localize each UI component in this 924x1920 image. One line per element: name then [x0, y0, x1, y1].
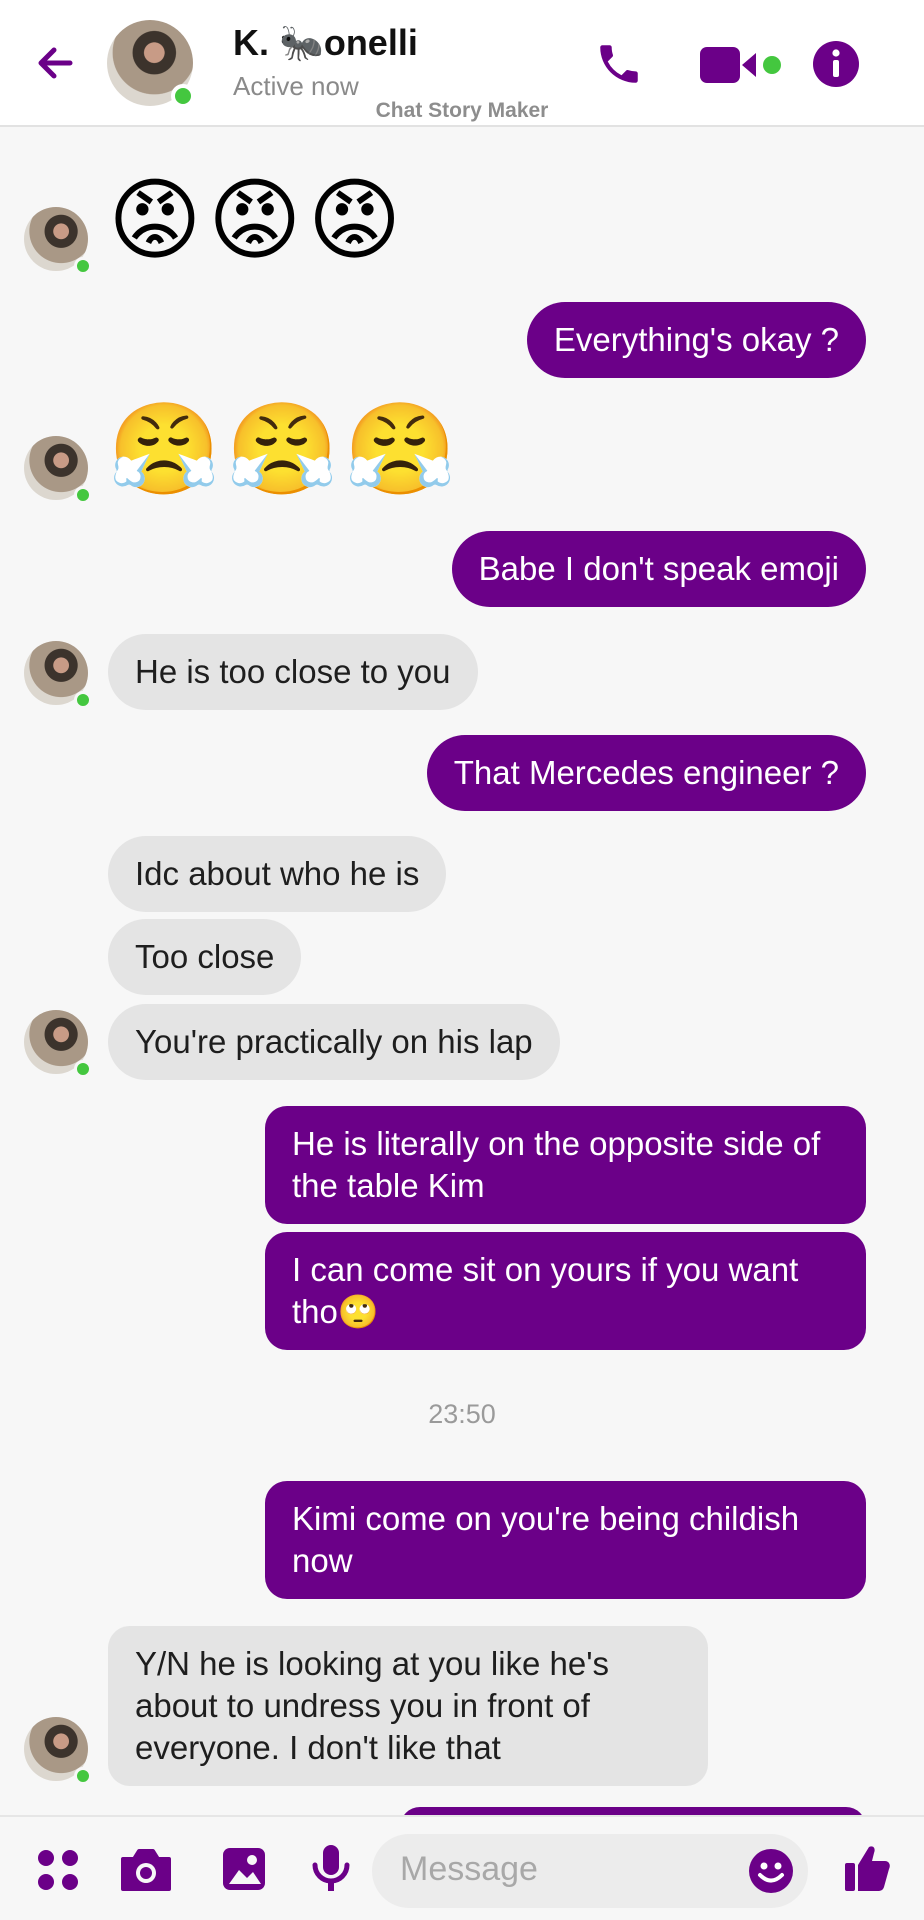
contact-avatar-small[interactable] [24, 1010, 92, 1078]
contact-avatar[interactable] [107, 20, 195, 108]
info-icon[interactable] [812, 40, 860, 88]
watermark: Chat Story Maker [375, 99, 549, 122]
outgoing-message[interactable]: Everything's okay ? [526, 302, 866, 378]
composer-bar: Message [0, 1815, 924, 1920]
apps-icon[interactable] [36, 1848, 80, 1892]
contact-name[interactable]: K. 🐜onelli [233, 22, 418, 64]
message-input[interactable]: Message [372, 1834, 808, 1908]
emoji-icon[interactable] [748, 1848, 794, 1894]
incoming-message[interactable]: He is too close to you [108, 634, 478, 710]
timestamp: 23:50 [428, 1399, 496, 1429]
online-indicator [74, 1767, 92, 1785]
active-status: Active now [233, 71, 359, 101]
online-indicator [74, 691, 92, 709]
outgoing-message[interactable]: He is literally on the opposite side of … [265, 1106, 866, 1224]
incoming-emoji-message[interactable]: 😡😡😡 [108, 171, 407, 271]
outgoing-message[interactable]: That Mercedes engineer ? [426, 735, 866, 811]
online-indicator [74, 486, 92, 504]
message-placeholder: Message [400, 1850, 538, 1888]
outgoing-message[interactable]: Kimi come on you're being childish now [265, 1481, 866, 1599]
phone-icon[interactable] [594, 39, 644, 89]
outgoing-message[interactable]: I can come sit on yours if you want tho🙄 [265, 1232, 866, 1350]
message-list[interactable]: 😡😡😡 Everything's okay ? 😤😤😤 Babe I don't… [0, 129, 924, 1815]
contact-avatar-small[interactable] [24, 1717, 92, 1785]
camera-icon[interactable] [119, 1847, 173, 1893]
microphone-icon[interactable] [310, 1843, 352, 1895]
incoming-message[interactable]: Idc about who he is [108, 836, 447, 912]
back-arrow-icon[interactable] [30, 38, 80, 88]
contact-avatar-small[interactable] [24, 641, 92, 709]
chat-header: K. 🐜onelli Active now Chat Story Maker [0, 0, 924, 127]
thumbs-up-icon[interactable] [843, 1843, 891, 1893]
contact-avatar-small[interactable] [24, 207, 92, 275]
incoming-message[interactable]: Too close [108, 919, 302, 995]
online-indicator [74, 257, 92, 275]
contact-avatar-small[interactable] [24, 436, 92, 504]
incoming-message[interactable]: You're practically on his lap [108, 1004, 560, 1080]
outgoing-message[interactable]: Babe I don't speak emoji [451, 531, 866, 607]
online-indicator [74, 1060, 92, 1078]
video-camera-icon[interactable] [698, 44, 782, 86]
incoming-emoji-message[interactable]: 😤😤😤 [108, 400, 462, 500]
gallery-icon[interactable] [221, 1846, 267, 1892]
incoming-message[interactable]: Y/N he is looking at you like he's about… [108, 1626, 708, 1786]
